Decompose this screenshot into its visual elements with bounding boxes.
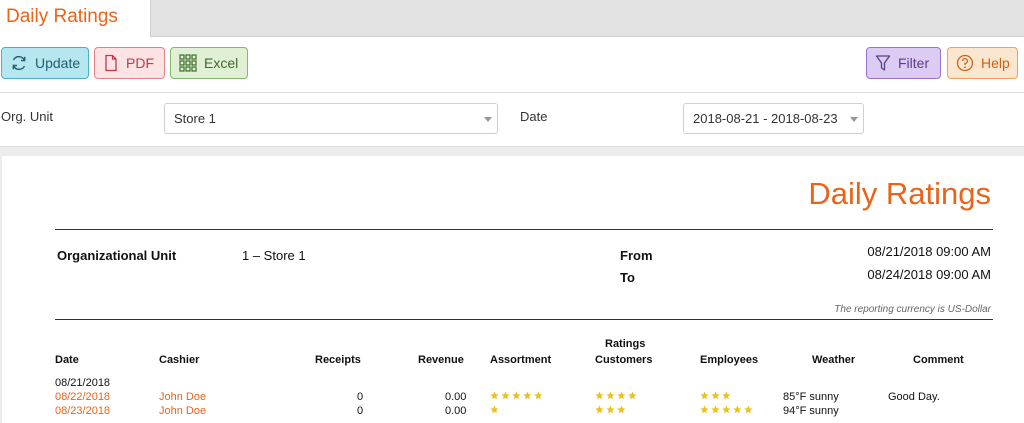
col-assortment: Assortment: [490, 354, 552, 366]
row-comment: Good Day.: [888, 391, 940, 403]
funnel-icon: [875, 55, 891, 71]
to-label: To: [620, 270, 635, 285]
pdf-label: PDF: [126, 55, 154, 71]
currency-note: The reporting currency is US-Dollar: [834, 304, 991, 315]
col-cashier: Cashier: [159, 354, 200, 366]
col-comment: Comment: [913, 354, 964, 366]
date-range-select[interactable]: 2018-08-21 - 2018-08-23: [683, 103, 864, 134]
org-unit-select[interactable]: Store 1: [164, 103, 498, 134]
group-date: 08/21/2018: [55, 377, 111, 389]
col-weather: Weather: [812, 354, 856, 366]
customers-rating-stars: ★★★: [595, 405, 628, 416]
tab-label: Daily Ratings: [6, 6, 118, 27]
chevron-down-icon: [850, 117, 858, 122]
ratings-group-header: Ratings: [605, 338, 646, 350]
customers-rating-stars: ★★★★: [595, 391, 639, 402]
refresh-icon: [12, 55, 26, 71]
from-label: From: [620, 248, 653, 263]
row-weather: 85°F sunny: [783, 391, 839, 403]
update-label: Update: [35, 55, 81, 71]
col-customers: Customers: [595, 354, 653, 366]
filter-bar: Org. Unit Store 1 Date 2018-08-21 - 2018…: [0, 92, 1024, 147]
row-weather: 94°F sunny: [783, 405, 839, 417]
row-receipts: 0: [357, 391, 364, 403]
row-date-link[interactable]: 08/22/2018: [55, 391, 110, 403]
tab-daily-ratings[interactable]: Daily Ratings: [0, 0, 151, 37]
excel-button[interactable]: Excel: [170, 47, 248, 79]
col-receipts: Receipts: [315, 354, 361, 366]
divider: [55, 229, 993, 230]
filter-button[interactable]: Filter: [866, 47, 941, 79]
col-employees: Employees: [700, 354, 759, 366]
from-value: 08/21/2018 09:00 AM: [867, 244, 991, 259]
col-revenue: Revenue: [418, 354, 464, 366]
row-revenue: 0.00: [445, 405, 467, 417]
report-area: Daily Ratings Organizational Unit 1 – St…: [0, 147, 1024, 423]
excel-label: Excel: [204, 55, 239, 71]
chevron-down-icon: [484, 117, 492, 122]
report-title: Daily Ratings: [808, 176, 991, 211]
filter-label: Filter: [898, 55, 930, 71]
org-unit-label: Org. Unit: [1, 109, 54, 124]
file-icon: [105, 54, 117, 72]
row-receipts: 0: [357, 405, 364, 417]
tab-bar: Daily Ratings: [0, 0, 1024, 37]
grid-icon: [179, 54, 197, 72]
org-unit-value: Store 1: [174, 111, 216, 126]
help-button[interactable]: Help: [947, 47, 1018, 79]
date-label: Date: [520, 109, 548, 124]
row-cashier-link[interactable]: John Doe: [159, 405, 206, 417]
assortment-rating-stars: ★★★★★: [490, 391, 545, 402]
update-button[interactable]: Update: [1, 47, 89, 79]
org-unit-text: 1 – Store 1: [242, 248, 306, 263]
date-range-value: 2018-08-21 - 2018-08-23: [693, 111, 838, 126]
row-revenue: 0.00: [445, 391, 467, 403]
employees-rating-stars: ★★★: [700, 391, 733, 402]
col-date: Date: [55, 354, 79, 366]
row-cashier-link[interactable]: John Doe: [159, 391, 206, 403]
divider: [55, 319, 993, 320]
report-page: Daily Ratings Organizational Unit 1 – St…: [2, 156, 1024, 423]
pdf-button[interactable]: PDF: [94, 47, 165, 79]
to-value: 08/24/2018 09:00 AM: [867, 267, 991, 282]
help-label: Help: [981, 55, 1010, 71]
question-icon: [956, 54, 974, 72]
assortment-rating-stars: ★: [490, 405, 501, 416]
row-date-link[interactable]: 08/23/2018: [55, 405, 110, 417]
toolbar: Update PDF Excel Filter Help: [0, 37, 1024, 93]
employees-rating-stars: ★★★★★: [700, 405, 755, 416]
org-unit-heading: Organizational Unit: [57, 248, 177, 263]
